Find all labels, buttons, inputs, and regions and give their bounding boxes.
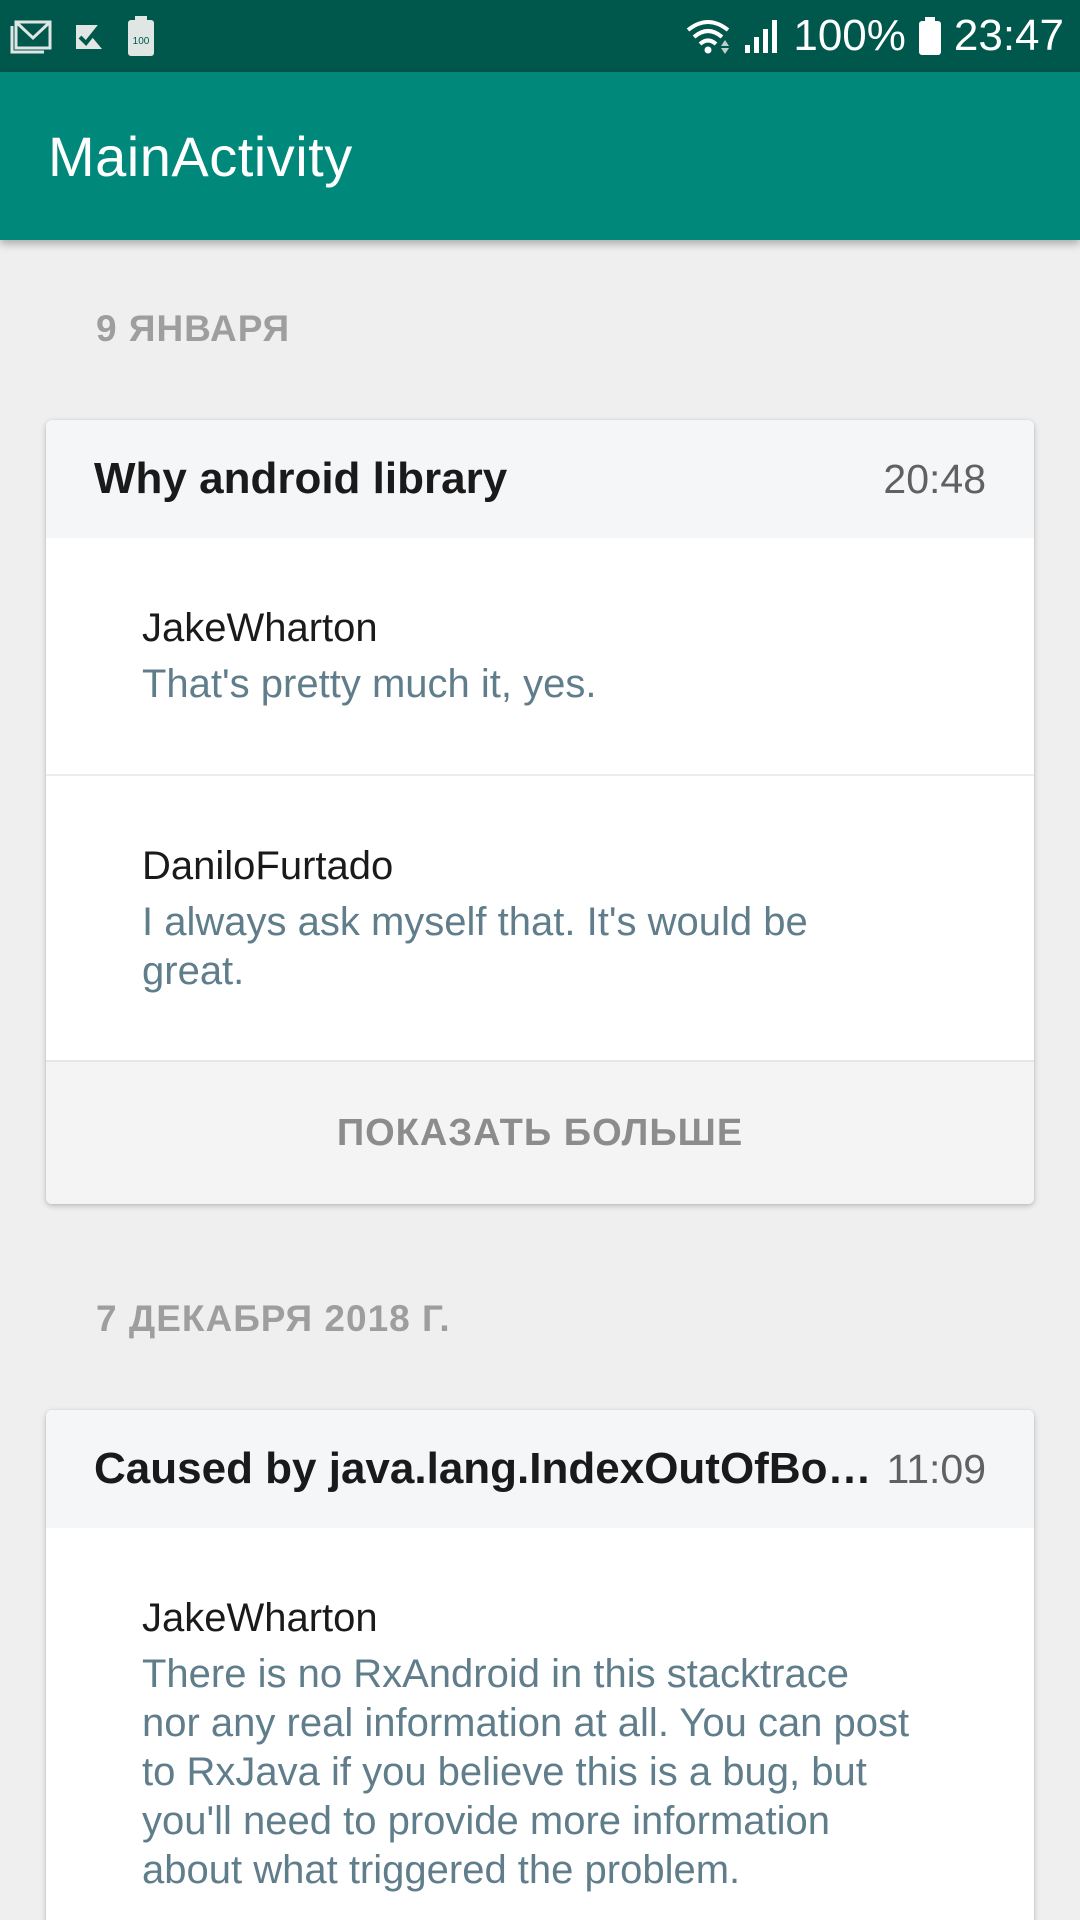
svg-text:100: 100 <box>133 36 150 47</box>
page-title: MainActivity <box>48 124 353 188</box>
issue-card-header[interactable]: Why android library 20:48 <box>46 420 1034 538</box>
date-header: 9 ЯНВАРЯ <box>96 308 291 349</box>
issue-title: Caused by java.lang.IndexOutOfBoundsExce… <box>94 1444 884 1493</box>
comment-item[interactable]: JakeWharton That's pretty much it, yes. <box>46 538 1034 774</box>
comment-author: JakeWharton <box>142 1596 378 1640</box>
battery-100-icon: 100 <box>126 15 156 57</box>
date-header: 7 ДЕКАБРЯ 2018 Г. <box>96 1298 451 1339</box>
battery-percent: 100% <box>793 11 906 60</box>
issue-card[interactable]: Why android library 20:48 JakeWharton Th… <box>46 420 1034 1204</box>
comment-item[interactable]: JakeWharton There is no RxAndroid in thi… <box>46 1528 1034 1895</box>
battery-icon <box>918 15 942 57</box>
show-more-button[interactable]: ПОКАЗАТЬ БОЛЬШЕ <box>46 1060 1034 1204</box>
comment-item[interactable]: DaniloFurtado I always ask myself that. … <box>46 774 1034 1060</box>
issue-card[interactable]: Caused by java.lang.IndexOutOfBoundsExce… <box>46 1410 1034 1920</box>
issue-card-header[interactable]: Caused by java.lang.IndexOutOfBoundsExce… <box>46 1410 1034 1528</box>
status-bar-system: 100% 23:47 <box>685 11 1064 61</box>
status-bar: 100 100% 23:47 <box>0 0 1080 72</box>
issue-title: Why android library <box>94 454 508 503</box>
status-bar-notifications: 100 <box>10 15 156 57</box>
comment-author: JakeWharton <box>142 606 378 650</box>
gmail-icon <box>10 16 54 56</box>
comment-text: I always ask myself that. It's would be … <box>142 900 808 993</box>
comment-text: That's pretty much it, yes. <box>142 662 597 706</box>
issue-time: 11:09 <box>886 1445 986 1492</box>
task-check-icon <box>72 17 108 55</box>
wifi-icon <box>685 16 731 56</box>
comment-author: DaniloFurtado <box>142 844 394 888</box>
status-time: 23:47 <box>953 11 1064 60</box>
app-toolbar: MainActivity <box>0 72 1080 240</box>
signal-icon <box>743 17 781 55</box>
issues-feed[interactable]: 9 ЯНВАРЯ Why android library 20:48 JakeW… <box>0 240 1080 1920</box>
comment-text: There is no RxAndroid in this stacktrace… <box>142 1652 910 1892</box>
issue-time: 20:48 <box>883 455 986 502</box>
